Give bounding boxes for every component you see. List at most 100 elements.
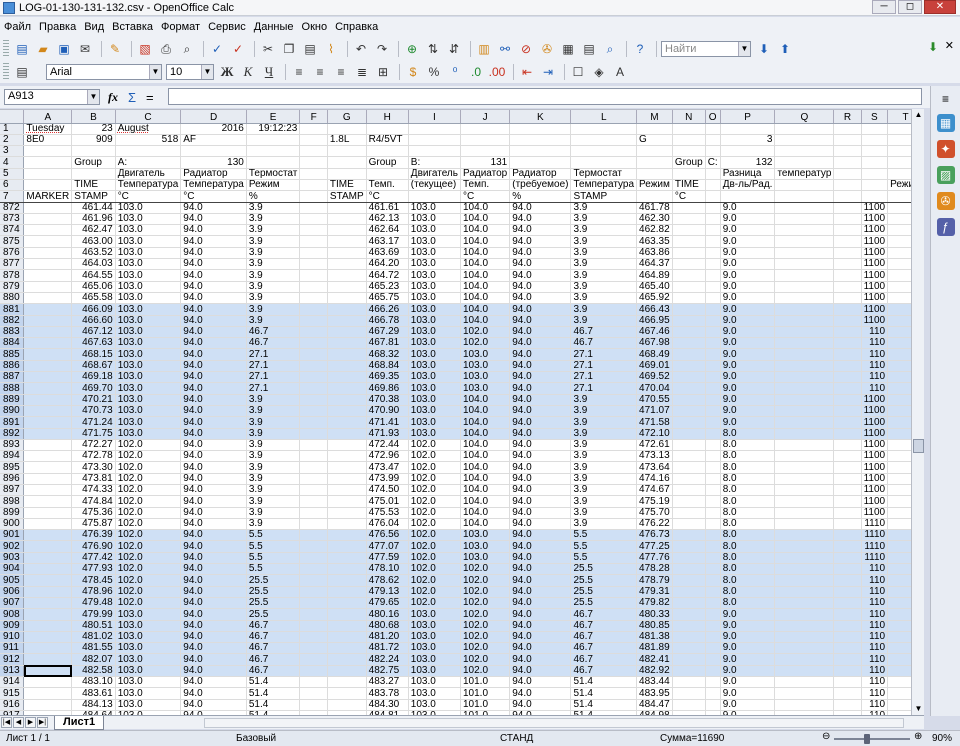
cell[interactable] xyxy=(705,529,721,542)
cell[interactable]: 479.48 xyxy=(71,597,116,610)
first-sheet-icon[interactable]: |◀ xyxy=(1,717,12,728)
cell[interactable]: 8.0 xyxy=(720,495,776,508)
cell[interactable] xyxy=(833,439,862,452)
cell[interactable]: 3 xyxy=(720,134,776,147)
cell[interactable] xyxy=(71,145,116,158)
cell[interactable]: 1100 xyxy=(861,416,889,429)
cell[interactable]: 110 xyxy=(861,348,889,361)
paste-icon[interactable]: ▤ xyxy=(301,40,319,58)
copy-icon[interactable]: ❐ xyxy=(280,40,298,58)
cell[interactable] xyxy=(366,123,409,135)
cell[interactable] xyxy=(672,315,706,327)
cell[interactable] xyxy=(299,507,328,519)
cell[interactable]: 94.0 xyxy=(180,563,247,576)
cell[interactable] xyxy=(299,123,328,135)
font-name-dropdown-icon[interactable]: ▼ xyxy=(149,65,161,79)
cell[interactable]: 475.87 xyxy=(71,518,116,531)
cell[interactable]: 482.41 xyxy=(636,653,673,666)
cell[interactable] xyxy=(672,224,706,237)
row-header[interactable]: 886 xyxy=(0,360,25,373)
cell[interactable]: 102.0 xyxy=(115,597,182,610)
cell[interactable]: 3.9 xyxy=(246,461,301,474)
cell[interactable] xyxy=(636,123,673,135)
cell[interactable] xyxy=(833,665,862,678)
cell[interactable] xyxy=(246,134,301,147)
percent-format-icon[interactable]: % xyxy=(425,63,443,81)
row-header[interactable]: 5 xyxy=(0,168,25,180)
cell[interactable]: 484.13 xyxy=(71,699,116,711)
cell[interactable] xyxy=(774,405,835,418)
cell[interactable] xyxy=(299,563,328,576)
cell[interactable]: 94.0 xyxy=(180,665,247,678)
cell[interactable]: 103.0 xyxy=(115,326,182,339)
cell[interactable] xyxy=(672,281,706,293)
cell[interactable] xyxy=(705,371,721,384)
cell[interactable]: 103.0 xyxy=(408,428,461,440)
cell[interactable] xyxy=(705,574,721,587)
cell[interactable] xyxy=(705,337,721,350)
cell[interactable]: 464.89 xyxy=(636,269,673,282)
cell[interactable] xyxy=(833,371,862,384)
cell[interactable] xyxy=(327,642,367,655)
font-size-dropdown-icon[interactable]: ▼ xyxy=(201,65,213,79)
cell[interactable]: Температура xyxy=(570,179,638,192)
cell[interactable]: Group xyxy=(71,156,116,169)
cell[interactable] xyxy=(246,156,301,169)
cell[interactable] xyxy=(327,213,367,226)
print-preview-icon[interactable]: ⌕ xyxy=(178,40,196,58)
cell[interactable]: 1100 xyxy=(861,484,889,497)
cell[interactable]: 479.99 xyxy=(71,608,116,621)
cell[interactable] xyxy=(299,450,328,463)
column-header[interactable]: N xyxy=(672,110,706,124)
cell[interactable]: 475.19 xyxy=(636,495,673,508)
cell[interactable] xyxy=(833,235,862,248)
cell[interactable] xyxy=(299,213,328,226)
cell[interactable] xyxy=(833,540,862,553)
column-header[interactable]: L xyxy=(570,110,638,124)
cell[interactable]: 472.61 xyxy=(636,439,673,452)
cell[interactable] xyxy=(23,586,73,598)
cell[interactable]: 476.73 xyxy=(636,529,673,542)
cell[interactable]: 104.0 xyxy=(460,292,511,305)
cell[interactable]: 46.7 xyxy=(570,337,638,350)
cell[interactable]: 94.0 xyxy=(509,405,572,418)
cell[interactable] xyxy=(774,145,835,158)
column-header[interactable]: I xyxy=(408,110,461,124)
cell[interactable]: 463.17 xyxy=(366,235,409,248)
cell[interactable] xyxy=(672,529,706,542)
cell[interactable]: 104.0 xyxy=(460,416,511,429)
cell[interactable] xyxy=(327,156,367,169)
cell[interactable]: 470.55 xyxy=(636,394,673,406)
status-zoom[interactable]: 90% xyxy=(932,733,952,744)
cell[interactable] xyxy=(833,269,862,282)
cell[interactable] xyxy=(299,620,328,632)
cell[interactable]: 103.0 xyxy=(460,529,511,542)
cell[interactable]: 94.0 xyxy=(509,642,572,655)
cell[interactable]: 94.0 xyxy=(180,292,247,305)
cell[interactable]: 103.0 xyxy=(408,326,461,339)
cell[interactable]: 469.18 xyxy=(71,371,116,384)
cell[interactable] xyxy=(299,269,328,282)
cell[interactable]: 103.0 xyxy=(460,540,511,553)
cell[interactable]: 3.9 xyxy=(246,247,301,260)
column-header[interactable]: S xyxy=(861,110,889,124)
cell[interactable]: 104.0 xyxy=(460,439,511,452)
cell[interactable]: 1100 xyxy=(861,281,889,293)
cell[interactable] xyxy=(705,303,721,316)
cell[interactable] xyxy=(327,303,367,316)
cell[interactable]: 518 xyxy=(115,134,182,147)
cell[interactable]: 94.0 xyxy=(180,574,247,587)
cell[interactable]: 102.0 xyxy=(460,337,511,350)
cell[interactable]: 8.0 xyxy=(720,586,776,598)
cell[interactable]: 3.9 xyxy=(570,518,638,531)
cell[interactable]: 477.42 xyxy=(71,552,116,565)
cell[interactable]: 103.0 xyxy=(408,382,461,395)
cell[interactable]: 94.0 xyxy=(180,620,247,632)
cell[interactable]: 103.0 xyxy=(115,360,182,373)
cell[interactable]: 94.0 xyxy=(180,258,247,271)
cell[interactable]: 5.5 xyxy=(246,540,301,553)
cell[interactable]: 3.9 xyxy=(570,484,638,497)
cell[interactable] xyxy=(672,134,706,147)
cell[interactable] xyxy=(327,281,367,293)
cell[interactable] xyxy=(672,450,706,463)
